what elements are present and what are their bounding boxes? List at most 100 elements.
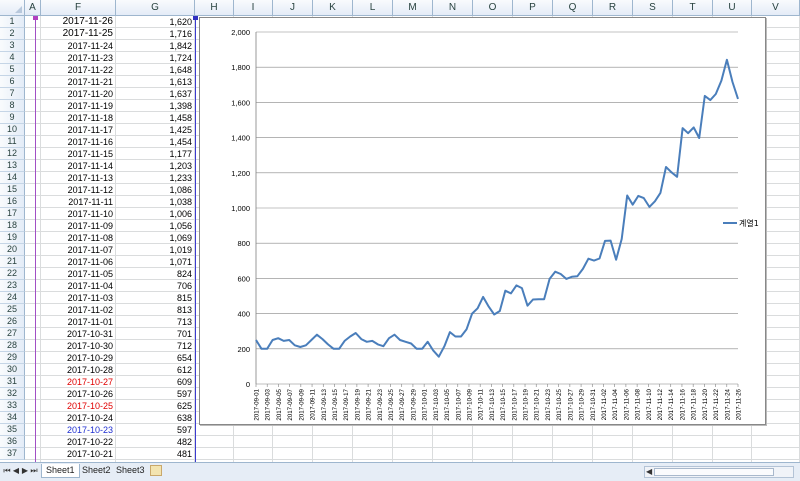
date-cell[interactable]: 2017-11-22 [41,64,116,76]
value-cell[interactable]: 815 [116,292,195,304]
value-cell[interactable]: 713 [116,316,195,328]
row-header[interactable]: 19 [0,232,25,244]
value-cell[interactable]: 1,454 [116,136,195,148]
row-header[interactable]: 5 [0,64,25,76]
value-cell[interactable]: 712 [116,340,195,352]
row-header[interactable]: 2 [0,28,25,40]
range-handle-purple[interactable] [33,16,38,20]
row-header[interactable]: 32 [0,388,25,400]
date-cell[interactable]: 2017-11-08 [41,232,116,244]
row-header[interactable]: 17 [0,208,25,220]
date-cell[interactable]: 2017-11-20 [41,88,116,100]
value-cell[interactable]: 1,019 [116,244,195,256]
column-header-f[interactable]: F [41,0,116,16]
date-cell[interactable]: 2017-10-25 [41,400,116,412]
date-cell[interactable]: 2017-11-09 [41,220,116,232]
row-header[interactable]: 15 [0,184,25,196]
row-header[interactable]: 28 [0,340,25,352]
date-cell[interactable]: 2017-11-10 [41,208,116,220]
date-cell[interactable]: 2017-10-26 [41,388,116,400]
row-header[interactable]: 11 [0,136,25,148]
date-cell[interactable]: 2017-11-15 [41,148,116,160]
value-cell[interactable]: 1,071 [116,256,195,268]
column-header-a[interactable]: A [25,0,41,16]
value-cell[interactable]: 597 [116,388,195,400]
column-header-q[interactable]: Q [553,0,593,16]
row-header[interactable]: 29 [0,352,25,364]
row-header[interactable]: 23 [0,280,25,292]
date-cell[interactable]: 2017-11-04 [41,280,116,292]
row-header[interactable]: 31 [0,376,25,388]
column-header-i[interactable]: I [234,0,273,16]
row-header[interactable]: 37 [0,448,25,460]
value-cell[interactable]: 654 [116,352,195,364]
date-cell[interactable]: 2017-11-06 [41,256,116,268]
date-cell[interactable]: 2017-10-21 [41,448,116,460]
tab-sheet2[interactable]: Sheet2 [78,464,115,478]
row-header[interactable]: 6 [0,76,25,88]
date-cell[interactable]: 2017-10-29 [41,352,116,364]
tab-sheet1[interactable]: Sheet1 [41,464,80,478]
column-header-s[interactable]: S [633,0,673,16]
date-cell[interactable]: 2017-11-19 [41,100,116,112]
insert-sheet-icon[interactable] [150,465,162,476]
row-header[interactable]: 36 [0,436,25,448]
column-header-p[interactable]: P [513,0,553,16]
row-header[interactable]: 8 [0,100,25,112]
date-cell[interactable]: 2017-10-30 [41,340,116,352]
first-sheet-icon[interactable]: ⏮ [3,465,11,477]
row-header[interactable]: 21 [0,256,25,268]
column-header-u[interactable]: U [713,0,752,16]
range-handle-blue[interactable] [193,16,198,20]
scrollbar-thumb[interactable] [654,468,774,476]
value-cell[interactable]: 813 [116,304,195,316]
value-cell[interactable]: 625 [116,400,195,412]
date-cell[interactable]: 2017-11-24 [41,40,116,52]
value-cell[interactable]: 1,177 [116,148,195,160]
value-cell[interactable]: 612 [116,364,195,376]
column-header-h[interactable]: H [195,0,234,16]
column-header-v[interactable]: V [752,0,800,16]
value-cell[interactable]: 597 [116,424,195,436]
value-cell[interactable]: 824 [116,268,195,280]
date-cell[interactable]: 2017-11-05 [41,268,116,280]
row-header[interactable]: 16 [0,196,25,208]
value-cell[interactable]: 1,637 [116,88,195,100]
value-cell[interactable]: 1,458 [116,112,195,124]
date-cell[interactable]: 2017-11-02 [41,304,116,316]
date-cell[interactable]: 2017-11-17 [41,124,116,136]
horizontal-scrollbar[interactable]: ◀ [644,466,794,478]
scroll-left-icon[interactable]: ◀ [646,467,652,477]
spreadsheet-grid[interactable]: AFGHIJKLMNOPQRSTUV 1 2 3 4 5 6 7 8 9 10 11 12 13 14 15… [0,0,800,462]
row-header[interactable]: 30 [0,364,25,376]
value-cell[interactable]: 1,056 [116,220,195,232]
row-header[interactable]: 4 [0,52,25,64]
row-header[interactable]: 12 [0,148,25,160]
value-cell[interactable]: 1,648 [116,64,195,76]
date-cell[interactable]: 2017-11-13 [41,172,116,184]
date-cell[interactable]: 2017-10-27 [41,376,116,388]
row-header[interactable]: 3 [0,40,25,52]
last-sheet-icon[interactable]: ⏭ [30,465,38,477]
date-cell[interactable]: 2017-10-23 [41,424,116,436]
date-cell[interactable]: 2017-11-16 [41,136,116,148]
value-cell[interactable]: 1,425 [116,124,195,136]
row-header[interactable]: 24 [0,292,25,304]
date-cell[interactable]: 2017-11-18 [41,112,116,124]
line-chart[interactable]: 0 200 400 600 800 1,000 1,200 1,400 1,600 1,800 2,… [199,17,766,425]
value-cell[interactable]: 1,086 [116,184,195,196]
row-header[interactable]: 34 [0,412,25,424]
value-cell[interactable]: 1,038 [116,196,195,208]
row-header[interactable]: 35 [0,424,25,436]
date-cell[interactable]: 2017-11-07 [41,244,116,256]
tab-sheet3[interactable]: Sheet3 [112,464,149,478]
row-header[interactable]: 27 [0,328,25,340]
row-header[interactable]: 10 [0,124,25,136]
row-header[interactable]: 7 [0,88,25,100]
row-header[interactable]: 20 [0,244,25,256]
value-cell[interactable]: 609 [116,376,195,388]
value-cell[interactable]: 482 [116,436,195,448]
column-header-l[interactable]: L [353,0,393,16]
column-header-g[interactable]: G [116,0,195,16]
date-cell[interactable]: 2017-11-23 [41,52,116,64]
